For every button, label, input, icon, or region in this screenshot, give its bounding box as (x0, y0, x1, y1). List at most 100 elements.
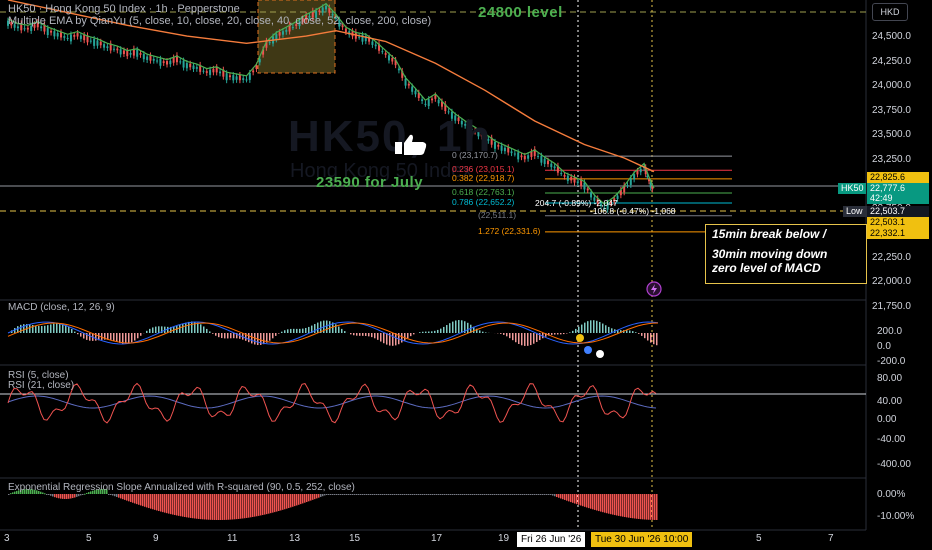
macd-hist-bar (41, 326, 43, 333)
ers-bar (398, 494, 400, 495)
macd-hist-bar (233, 333, 235, 339)
ers-bar (478, 494, 480, 495)
ers-bar (610, 494, 612, 515)
ers-bar (262, 494, 264, 516)
ers-bar (8, 494, 10, 495)
candle-body (235, 76, 238, 80)
ers-bar (522, 494, 524, 495)
candle-body (245, 79, 248, 81)
ers-bar (554, 494, 556, 497)
candle-body (530, 151, 533, 157)
candle-body (195, 67, 198, 69)
currency-button[interactable]: HKD (872, 3, 908, 21)
ers-bar (616, 494, 618, 516)
rsi-title-2[interactable]: RSI (21, close) (8, 380, 74, 391)
ers-bar (622, 494, 624, 517)
candle-body (384, 53, 387, 55)
ers-bar (548, 494, 550, 495)
low-label: Low (843, 206, 867, 217)
ers-bar (454, 494, 456, 495)
ers-bar (234, 494, 236, 520)
ers-bar (370, 494, 372, 495)
ers-bar (482, 494, 484, 495)
candle-body (26, 27, 29, 30)
candle-body (89, 40, 92, 42)
price-tick: 21,750.0 (872, 300, 911, 312)
ers-bar (528, 494, 530, 495)
candle-body (106, 46, 109, 49)
chart-stage[interactable]: HK50, 1h Hong Kong 50 Index HK50 · Hong … (0, 0, 932, 550)
ers-bar (280, 494, 282, 511)
ers-bar (302, 494, 304, 504)
candle-body (46, 28, 49, 36)
ers-bar (306, 494, 308, 503)
candle-body (520, 155, 523, 158)
macd-hist-bar (200, 324, 202, 333)
macd-hist-bar (572, 330, 574, 333)
lightning-icon[interactable] (646, 281, 662, 297)
candle-body (182, 60, 185, 68)
symbol-price-tag: HK50 (838, 183, 866, 194)
macd-hist-bar (281, 331, 283, 333)
ers-bar (62, 494, 64, 499)
ers-bar (476, 494, 478, 495)
ers-bar (564, 494, 566, 500)
macd-hist-bar (137, 333, 139, 339)
ers-bar (266, 494, 268, 515)
ers-bar (58, 494, 60, 499)
ers-bar (492, 494, 494, 495)
candle-body (93, 38, 96, 46)
macd-title[interactable]: MACD (close, 12, 26, 9) (8, 302, 115, 313)
candle-body (344, 28, 347, 33)
note-box[interactable]: 15min break below / 30min moving down ze… (705, 224, 867, 284)
ers-bar (240, 494, 242, 519)
ers-bar (276, 494, 278, 512)
macd-hist-bar (401, 333, 403, 343)
candle-body (371, 41, 374, 45)
candle-body (219, 71, 222, 74)
candle-body (387, 55, 390, 61)
macd-hist-bar (578, 326, 580, 333)
macd-hist-bar (80, 333, 82, 337)
candle-body (510, 151, 513, 154)
ers-bar (334, 494, 336, 495)
macd-hist-bar (467, 322, 469, 333)
rsi-21-line (7, 395, 657, 409)
macd-hist-bar (377, 333, 379, 340)
candle-body (543, 158, 546, 164)
candle-body (156, 60, 159, 62)
ers-bar (274, 494, 276, 513)
candle-body (149, 55, 152, 61)
ers-bar (344, 494, 346, 495)
macd-hist-bar (68, 326, 70, 333)
ers-bar (456, 494, 458, 495)
candle-body (537, 155, 540, 157)
macd-hist-bar (608, 326, 610, 333)
ers-bar (342, 494, 344, 495)
macd-hist-bar (380, 333, 382, 342)
price-tick: 24,250.0 (872, 55, 911, 67)
ers-title[interactable]: Exponential Regression Slope Annualized … (8, 482, 355, 493)
note-line-3: zero level of MACD (712, 261, 821, 275)
ers-bar (504, 494, 506, 495)
candle-body (228, 75, 231, 78)
ers-bar (458, 494, 460, 495)
ers-bar (162, 494, 164, 513)
rsi-tick: 0.00 (877, 414, 897, 425)
ers-bar (246, 494, 248, 518)
macd-hist-bar (50, 324, 52, 333)
macd-hist-bar (599, 321, 601, 333)
ers-bar (542, 494, 544, 495)
ers-bar (170, 494, 172, 515)
indicator-title[interactable]: Multiple EMA by QianYu (5, close, 10, cl… (8, 15, 431, 27)
candle-body (318, 10, 321, 13)
candle-body (427, 99, 430, 107)
candle-body (50, 30, 53, 33)
macd-hist-bar (524, 333, 526, 346)
macd-hist-bar (23, 324, 25, 333)
macd-hist-bar (287, 329, 289, 333)
rsi-tick: 80.00 (877, 373, 903, 384)
ers-bar (244, 494, 246, 519)
macd-hist-bar (353, 333, 355, 336)
macd-hist-bar (530, 333, 532, 346)
